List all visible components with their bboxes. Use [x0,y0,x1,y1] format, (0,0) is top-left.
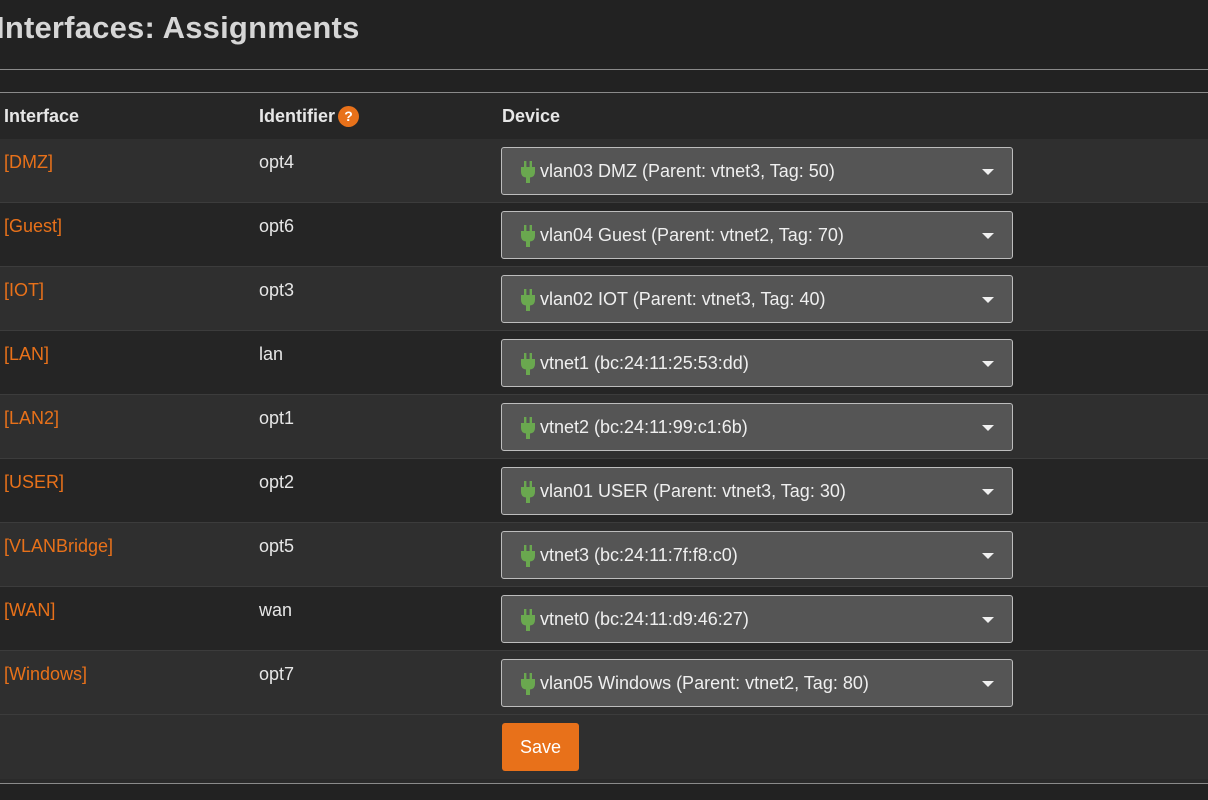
identifier-value: wan [259,600,293,620]
identifier-value: opt6 [259,216,295,236]
page-title: Interfaces: Assignments [0,10,360,45]
title-divider [0,69,1208,70]
table-row: [VLANBridge] opt5 vtnet3 (bc:24:11:7f:f8:c… [0,523,1208,587]
caret-down-icon [982,553,994,559]
question-icon[interactable]: ? [338,106,360,127]
interface-link[interactable]: [LAN2] [4,408,59,429]
device-value: vtnet3 (bc:24:11:7f:f8:c0) [540,545,738,565]
device-value: vtnet1 (bc:24:11:25:53:dd) [540,353,749,373]
caret-down-icon [982,425,994,431]
caret-down-icon [982,489,994,495]
plug-icon [521,353,535,375]
header-identifier-label: Identifier [259,106,336,126]
table-row: [LAN2] opt1 vtnet2 (bc:24:11:99:c1:6b) [0,395,1208,459]
caret-down-icon [982,169,994,175]
caret-down-icon [982,233,994,239]
interface-link[interactable]: [USER] [4,472,64,493]
identifier-value: opt1 [259,408,295,428]
table-row: [DMZ] opt4 vlan03 DMZ (Parent: vtnet3, Tag… [0,139,1208,203]
plug-icon [521,161,535,183]
plug-icon [521,673,535,695]
interface-link[interactable]: [DMZ] [4,152,53,173]
device-select[interactable]: vlan01 USER (Parent: vtnet3, Tag: 30) [501,467,1013,515]
header-interface: Interface [4,106,80,126]
assignments-table: Interface Identifier? Device [DMZ] opt4 vl… [0,92,1208,784]
table-row: [Guest] opt6 vlan04 Guest (Parent: vtnet2,… [0,203,1208,267]
save-button[interactable]: Save [502,723,579,771]
identifier-value: opt5 [259,536,295,556]
plug-icon [521,609,535,631]
interface-link[interactable]: [IOT] [4,280,44,301]
table-header: Interface Identifier? Device [0,93,1208,140]
plug-icon [521,225,535,247]
device-value: vlan02 IOT (Parent: vtnet3, Tag: 40) [540,289,826,309]
identifier-value: opt2 [259,472,295,492]
device-value: vlan05 Windows (Parent: vtnet2, Tag: 80) [540,673,869,693]
device-value: vtnet2 (bc:24:11:99:c1:6b) [540,417,748,437]
device-select[interactable]: vlan04 Guest (Parent: vtnet2, Tag: 70) [501,211,1013,259]
device-select[interactable]: vlan05 Windows (Parent: vtnet2, Tag: 80) [501,659,1013,707]
caret-down-icon [982,681,994,687]
table-row: [USER] opt2 vlan01 USER (Parent: vtnet3, T… [0,459,1208,523]
device-value: vlan04 Guest (Parent: vtnet2, Tag: 70) [540,225,844,245]
caret-down-icon [982,617,994,623]
device-value: vlan01 USER (Parent: vtnet3, Tag: 30) [540,481,846,501]
interface-link[interactable]: [Windows] [4,664,87,685]
plug-icon [521,417,535,439]
device-select[interactable]: vtnet0 (bc:24:11:d9:46:27) [501,595,1013,643]
identifier-value: opt4 [259,152,295,172]
table-row: [IOT] opt3 vlan02 IOT (Parent: vtnet3, Tag… [0,267,1208,331]
caret-down-icon [982,297,994,303]
device-select[interactable]: vtnet2 (bc:24:11:99:c1:6b) [501,403,1013,451]
interface-link[interactable]: [Guest] [4,216,62,237]
device-value: vlan03 DMZ (Parent: vtnet3, Tag: 50) [540,161,835,181]
device-select[interactable]: vtnet3 (bc:24:11:7f:f8:c0) [501,531,1013,579]
table-row: [LAN] lan vtnet1 (bc:24:11:25:53:dd) [0,331,1208,395]
table-body: [DMZ] opt4 vlan03 DMZ (Parent: vtnet3, Tag… [0,139,1208,779]
table-row: [Windows] opt7 vlan05 Windows (Parent: vtn… [0,651,1208,715]
interface-link[interactable]: [VLANBridge] [4,536,113,557]
table-footer: Save [0,715,1208,779]
interfaces-assignments-page: Interfaces: Assignments Interface Identi… [0,0,1208,800]
device-select[interactable]: vlan02 IOT (Parent: vtnet3, Tag: 40) [501,275,1013,323]
device-value: vtnet0 (bc:24:11:d9:46:27) [540,609,749,629]
identifier-value: lan [259,344,284,364]
header-identifier: Identifier? [259,106,360,127]
plug-icon [521,289,535,311]
plug-icon [521,545,535,567]
device-select[interactable]: vlan03 DMZ (Parent: vtnet3, Tag: 50) [501,147,1013,195]
interface-link[interactable]: [LAN] [4,344,49,365]
plug-icon [521,481,535,503]
table-row: [WAN] wan vtnet0 (bc:24:11:d9:46:27) [0,587,1208,651]
identifier-value: opt3 [259,280,295,300]
caret-down-icon [982,361,994,367]
interface-link[interactable]: [WAN] [4,600,55,621]
header-device: Device [502,106,561,126]
identifier-value: opt7 [259,664,295,684]
device-select[interactable]: vtnet1 (bc:24:11:25:53:dd) [501,339,1013,387]
